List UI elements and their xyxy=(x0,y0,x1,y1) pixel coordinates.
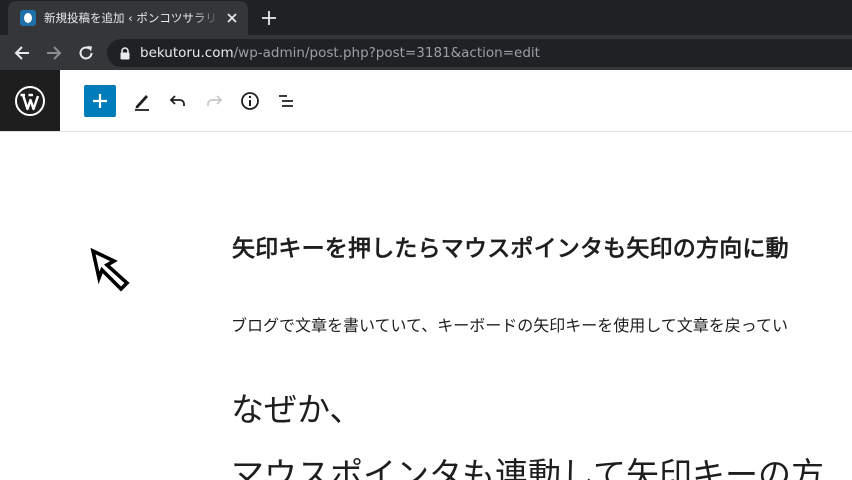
address-bar[interactable]: bekutoru.com/wp-admin/post.php?post=3181… xyxy=(107,39,852,67)
close-icon[interactable] xyxy=(224,10,240,26)
url-text: bekutoru.com/wp-admin/post.php?post=3181… xyxy=(140,45,540,61)
redo-button[interactable] xyxy=(201,88,227,114)
wordpress-logo-icon xyxy=(15,85,45,116)
editor-canvas: 矢印キーを押したらマウスポインタも矢印の方向に動 ブログで文章を書いていて、キー… xyxy=(0,131,852,480)
heading-block-line-1[interactable]: なぜか、 xyxy=(231,383,362,431)
pencil-icon xyxy=(135,95,149,111)
add-block-button[interactable] xyxy=(84,85,116,117)
url-host: bekutoru.com xyxy=(140,45,234,61)
tools-button[interactable] xyxy=(129,88,155,114)
back-button[interactable] xyxy=(11,42,33,64)
info-icon xyxy=(241,92,259,110)
details-button[interactable] xyxy=(237,88,263,114)
reload-button[interactable] xyxy=(75,42,97,64)
post-title[interactable]: 矢印キーを押したらマウスポインタも矢印の方向に動 xyxy=(232,229,789,263)
browser-tab-strip: 新規投稿を追加 ‹ ポンコツサラリーマン xyxy=(0,0,852,35)
plus-icon xyxy=(262,11,276,25)
undo-icon xyxy=(169,95,185,106)
mouse-pointer-icon xyxy=(90,248,130,292)
lock-icon xyxy=(119,46,131,60)
url-path: /wp-admin/post.php?post=3181&action=edit xyxy=(233,45,540,61)
paragraph-block[interactable]: ブログで文章を書いていて、キーボードの矢印キーを使用して文章を戻ってい xyxy=(231,312,788,336)
browser-toolbar: bekutoru.com/wp-admin/post.php?post=3181… xyxy=(0,35,852,70)
heading-block-line-2[interactable]: マウスポインタも連動して矢印キーの方 xyxy=(231,448,824,480)
wordpress-logo-button[interactable] xyxy=(0,70,60,131)
reload-icon xyxy=(79,46,93,60)
site-favicon-icon xyxy=(20,10,36,26)
new-tab-button[interactable] xyxy=(258,7,280,29)
arrow-right-icon xyxy=(47,46,62,60)
browser-tab[interactable]: 新規投稿を追加 ‹ ポンコツサラリーマン xyxy=(8,1,248,35)
redo-icon xyxy=(207,95,223,106)
forward-button[interactable] xyxy=(43,42,65,64)
tab-title: 新規投稿を追加 ‹ ポンコツサラリーマン xyxy=(44,11,220,25)
plus-icon xyxy=(93,94,107,108)
list-view-icon xyxy=(279,95,293,107)
editor-header xyxy=(0,70,852,132)
arrow-left-icon xyxy=(14,46,29,60)
list-view-button[interactable] xyxy=(273,88,299,114)
undo-button[interactable] xyxy=(165,88,191,114)
